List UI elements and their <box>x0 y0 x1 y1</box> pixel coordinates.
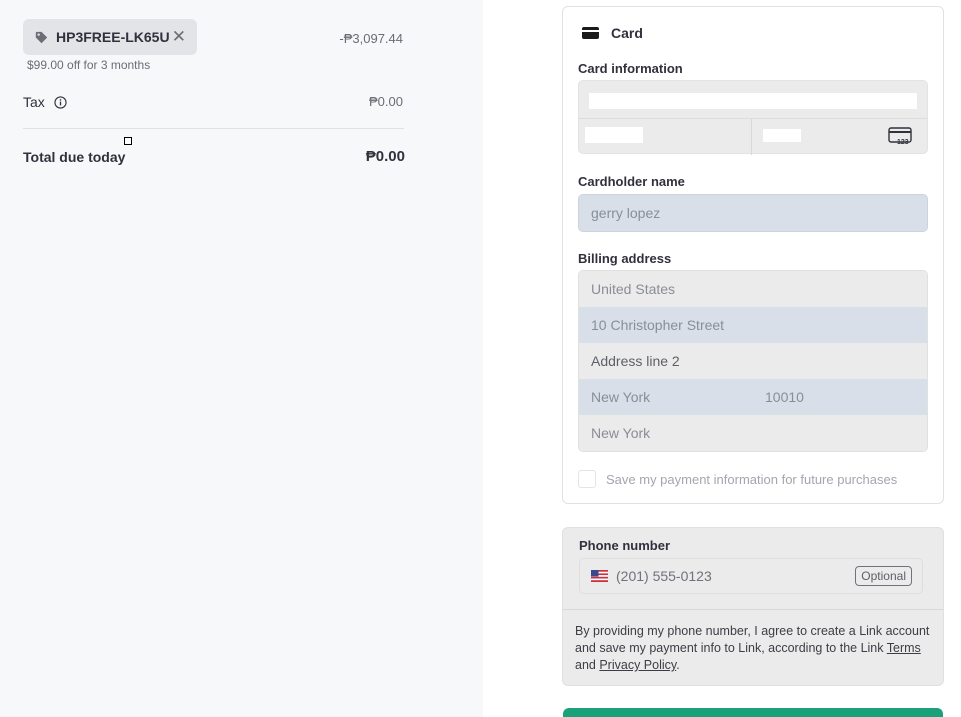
expiry-input[interactable] <box>585 127 643 143</box>
card-payment-panel[interactable]: Card Card information 123 Cardholder nam… <box>562 6 944 504</box>
submit-button[interactable] <box>563 708 943 717</box>
card-method-header: Card <box>582 25 643 41</box>
tax-row-label: Tax <box>23 94 67 110</box>
promo-code-text: HP3FREE-LK65U <box>56 29 170 45</box>
card-method-title: Card <box>611 25 643 41</box>
card-info-label: Card information <box>578 61 683 76</box>
state-select[interactable]: New York <box>579 415 927 451</box>
billing-address-group: United States 10 Christopher Street Addr… <box>578 270 928 452</box>
zip-value[interactable]: 10010 <box>765 389 804 405</box>
close-icon[interactable]: ✕ <box>172 28 186 45</box>
cvc-input[interactable] <box>763 129 801 142</box>
save-payment-label: Save my payment information for future p… <box>606 471 898 487</box>
card-row-divider <box>579 118 927 119</box>
terms-and: and <box>575 658 596 672</box>
card-info-field[interactable]: 123 <box>578 80 928 155</box>
promo-discount-amount: -₱3,097.44 <box>339 31 403 46</box>
country-select[interactable]: United States <box>579 271 927 307</box>
city-zip-row[interactable]: New York 10010 <box>579 379 927 415</box>
tag-icon <box>35 31 48 43</box>
phone-placeholder: (201) 555-0123 <box>616 568 712 584</box>
phone-number-input[interactable]: (201) 555-0123 Optional <box>579 558 923 594</box>
cardholder-name-input[interactable]: gerry lopez <box>578 194 928 232</box>
terms-prefix: By providing my phone number, I agree to… <box>575 624 930 655</box>
billing-address-label: Billing address <box>578 251 672 266</box>
cardholder-label: Cardholder name <box>578 174 685 189</box>
address-line2-input[interactable]: Address line 2 <box>579 343 927 379</box>
us-flag-icon[interactable] <box>591 570 608 582</box>
address-line1-value: 10 Christopher Street <box>591 317 725 333</box>
optional-badge: Optional <box>855 566 912 586</box>
cvc-card-icon: 123 <box>888 127 912 145</box>
phone-label: Phone number <box>579 538 671 553</box>
city-value[interactable]: New York <box>591 389 650 405</box>
total-label: Total due today <box>23 149 126 165</box>
phone-number-panel: Phone number (201) 555-0123 Optional By … <box>562 527 944 686</box>
address-line1-input[interactable]: 10 Christopher Street <box>579 307 927 343</box>
save-payment-checkbox[interactable] <box>578 470 596 488</box>
phone-divider <box>563 609 943 610</box>
address-line2-placeholder: Address line 2 <box>591 353 680 369</box>
card-number-input[interactable] <box>589 93 917 109</box>
order-summary-pane: HP3FREE-LK65U ✕ -₱3,097.44 $99.00 off fo… <box>0 0 483 717</box>
terms-link[interactable]: Terms <box>887 641 921 655</box>
cardholder-name-value: gerry lopez <box>591 205 661 221</box>
link-terms-text: By providing my phone number, I agree to… <box>575 623 931 674</box>
svg-text:123: 123 <box>897 139 909 145</box>
terms-period: . <box>676 658 680 672</box>
country-value: United States <box>591 281 676 297</box>
save-payment-option[interactable]: Save my payment information for future p… <box>578 470 897 488</box>
promo-code-chip: HP3FREE-LK65U ✕ <box>23 19 197 55</box>
privacy-policy-link[interactable]: Privacy Policy <box>599 658 676 672</box>
card-col-divider <box>751 119 752 155</box>
total-amount: ₱0.00 <box>365 148 405 165</box>
promo-description: $99.00 off for 3 months <box>27 58 151 72</box>
summary-divider <box>23 128 404 129</box>
info-icon[interactable] <box>54 95 67 109</box>
card-icon <box>582 27 599 39</box>
tax-label: Tax <box>23 94 45 110</box>
state-value: New York <box>591 425 651 441</box>
tax-amount: ₱0.00 <box>369 94 403 109</box>
mouse-cursor <box>124 137 132 145</box>
